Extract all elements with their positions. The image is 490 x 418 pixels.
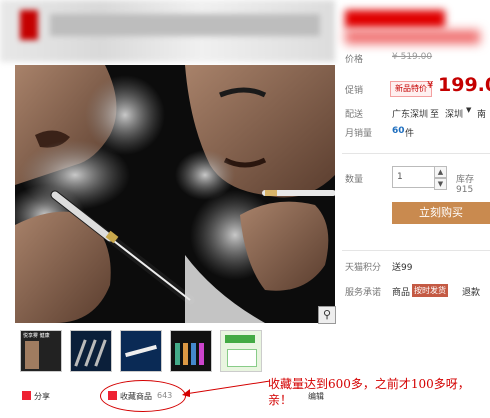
buy-now-button[interactable]: 立刻购买 [392,202,490,224]
shipping-label: 配送 [345,110,364,120]
thumbnail-strip: 悦享雾 健康 [20,330,290,372]
product-title-blurred [345,10,445,28]
share-link[interactable]: 分享 [34,391,50,402]
thumbnail-5[interactable] [220,330,262,372]
points-label: 天猫积分 [345,263,382,273]
thumb-bottle [175,343,180,365]
thumbnail-4[interactable] [170,330,212,372]
points-value: 送99 [392,263,413,273]
thumb-figure [25,341,39,369]
store-banner [0,0,335,62]
thumb-device [125,344,157,358]
shipping-to-word: 至 [430,110,440,120]
promo-badge: 新品特价 [390,81,432,97]
share-icon[interactable] [22,391,31,400]
shipping-more: 南 [477,110,487,120]
divider [342,250,490,251]
shipping-destination[interactable]: 深圳 [445,107,463,120]
thumb-box [225,335,255,343]
product-main-image[interactable] [15,65,335,323]
annotation-text: 收藏量达到600多，之前才100多呀，亲！ [268,377,470,407]
service-item-refund: 退款 [462,288,481,298]
thumb-bottle [199,343,204,365]
stock-text: 库存915 [456,175,475,195]
increment-icon[interactable]: ▲ [434,166,447,178]
quantity-label: 数量 [345,175,364,185]
store-name-blurred [50,14,320,36]
service-item: 商品 [392,288,411,298]
service-label: 服务承诺 [345,288,382,298]
price-label: 价格 [345,55,364,65]
promo-label: 促销 [345,86,364,96]
thumb-device [94,339,107,367]
thumbnail-3[interactable] [120,330,162,372]
promo-currency: ¥ [427,80,434,91]
divider [342,153,490,154]
magnifier-icon[interactable]: ⚲ [318,306,336,324]
smoking-photo [15,65,335,323]
quantity-stepper[interactable]: ▲ ▼ [434,166,447,190]
product-subtitle-blurred [345,30,480,44]
chevron-down-icon[interactable]: ▼ [466,106,471,114]
sales-unit: 件 [405,129,415,139]
decrement-icon[interactable]: ▼ [434,178,447,190]
thumbnail-1[interactable]: 悦享雾 健康 [20,330,62,372]
thumb-box [227,349,257,367]
service-tag[interactable]: 按时发货 [412,284,448,297]
thumbnail-2[interactable] [70,330,112,372]
annotation-circle [100,380,186,412]
quantity-input[interactable]: 1 [392,166,438,188]
annotation-arrow [182,380,271,397]
store-logo [20,10,38,40]
thumb-bottle [191,343,196,365]
shipping-from: 广东深圳 [392,110,429,120]
thumb-bottle [183,343,188,365]
sales-count: 60 [392,126,405,136]
thumb-caption: 悦享雾 健康 [23,333,50,339]
original-price: ¥ 519.00 [392,52,433,62]
promo-price: 199.0 [438,74,490,96]
sales-label: 月销量 [345,129,373,139]
